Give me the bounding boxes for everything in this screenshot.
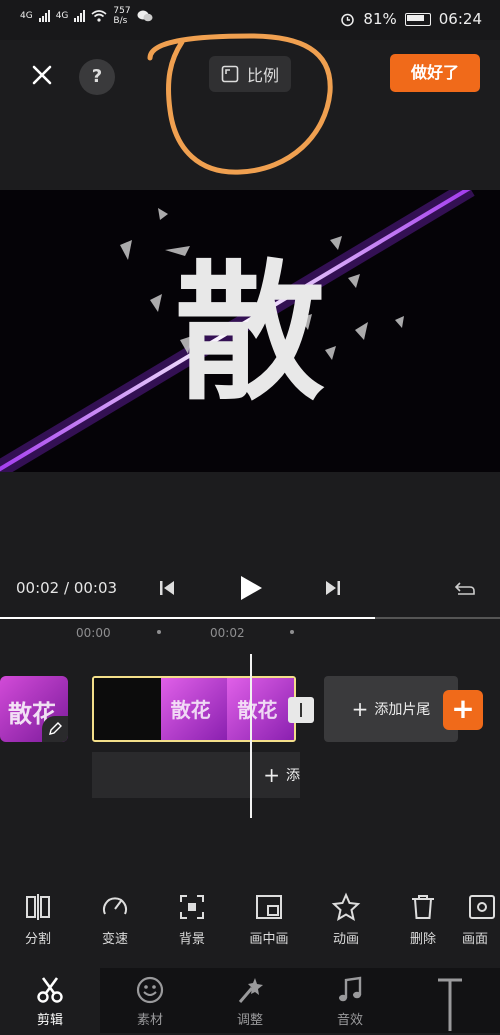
nav-text[interactable] (400, 975, 500, 1035)
cover-thumbnail[interactable]: 散花 (0, 676, 68, 742)
skip-start-icon[interactable] (157, 578, 177, 598)
ruler-dot (290, 630, 294, 634)
scissors-icon (37, 977, 63, 1003)
clip-frame (94, 678, 161, 740)
undo-icon[interactable] (454, 578, 476, 598)
tool-label: 动画 (332, 932, 359, 947)
play-icon[interactable] (238, 574, 264, 602)
tool-animation[interactable]: 动画 (316, 892, 376, 947)
annotation-circle (147, 33, 333, 175)
tool-background[interactable]: 背景 (162, 892, 222, 947)
edit-cover-button[interactable] (42, 716, 68, 742)
nav-adjust[interactable]: 调整 (200, 975, 300, 1028)
preview-canvas: 散 (0, 190, 500, 472)
sticker-icon (136, 976, 164, 1004)
frame-icon (469, 895, 495, 919)
delete-icon (412, 895, 434, 919)
speed-icon (103, 897, 127, 915)
nav-label: 素材 (136, 1013, 163, 1028)
animation-icon (331, 892, 361, 922)
skip-end-icon[interactable] (323, 578, 343, 598)
video-clip[interactable]: 散花 散花 (92, 676, 296, 742)
tool-frame[interactable]: 画面 (462, 892, 500, 947)
ruler-dot (157, 630, 161, 634)
add-audio-label: 添 (286, 768, 300, 784)
time-display: 00:02 / 00:03 (16, 579, 118, 597)
video-preview[interactable]: 散 (0, 190, 500, 472)
add-clip-button[interactable]: + (443, 690, 483, 730)
music-icon (339, 976, 362, 1002)
add-ending-label: 添加片尾 (374, 702, 431, 718)
add-audio-track[interactable]: + 添 (92, 752, 300, 798)
edit-tools: 分割 变速 背景 画中画 动画 删除 画面 (0, 892, 500, 952)
nav-label: 剪辑 (36, 1013, 63, 1028)
plus-icon: + (263, 763, 280, 787)
tool-pip[interactable]: 画中画 (239, 892, 299, 947)
adjust-icon (238, 978, 263, 1003)
clip-frame: 散花 (227, 678, 294, 740)
ruler-tick-0: 00:00 (76, 626, 111, 640)
tool-speed[interactable]: 变速 (85, 892, 145, 947)
clip-frame-text: 散花 (170, 698, 211, 722)
background-icon (180, 895, 204, 919)
tool-label: 画中画 (249, 932, 289, 947)
clip-frame-text: 散花 (237, 698, 278, 722)
pip-icon (256, 895, 282, 919)
split-icon (26, 894, 50, 920)
playhead[interactable] (250, 654, 252, 818)
ruler-tick-2: 00:02 (210, 626, 245, 640)
nav-label: 音效 (336, 1013, 363, 1028)
tool-label: 删除 (409, 932, 436, 947)
tool-label: 背景 (178, 932, 205, 947)
nav-material[interactable]: 素材 (100, 975, 200, 1028)
nav-audio[interactable]: 音效 (300, 975, 400, 1028)
pencil-icon (49, 722, 62, 735)
clip-frame: 散花 (160, 678, 228, 740)
tool-label: 画面 (462, 932, 489, 947)
nav-label: 调整 (236, 1013, 263, 1028)
tool-split[interactable]: 分割 (8, 892, 68, 947)
progress-fill (0, 617, 375, 619)
tool-label: 变速 (101, 932, 128, 947)
add-ending-button[interactable]: + 添加片尾 (324, 676, 458, 742)
preview-character: 散 (175, 245, 325, 421)
nav-edit[interactable]: 剪辑 (0, 975, 100, 1028)
tool-delete[interactable]: 删除 (393, 892, 453, 947)
text-icon (438, 978, 462, 1031)
plus-icon: + (351, 697, 369, 721)
progress-bar[interactable] (0, 617, 500, 619)
clip-trim-handle[interactable] (288, 697, 314, 723)
tool-label: 分割 (24, 932, 51, 947)
